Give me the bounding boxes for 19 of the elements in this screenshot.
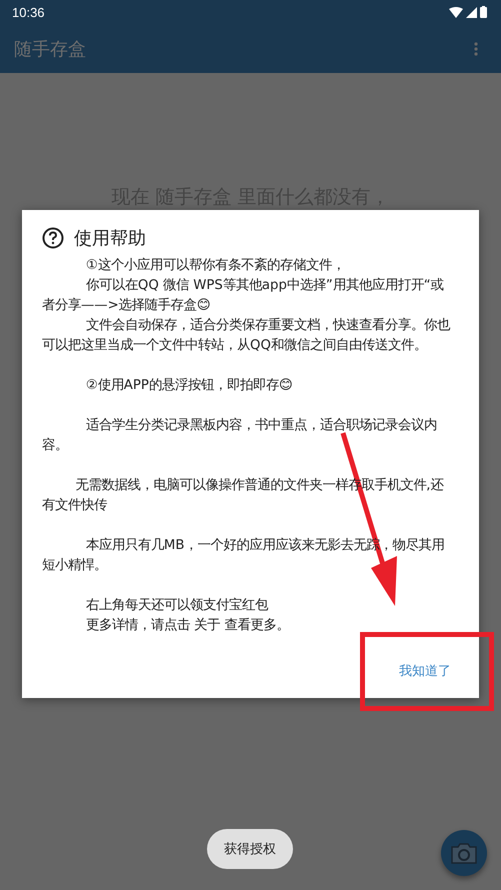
- app-title: 随手存盒: [14, 38, 86, 60]
- toast-message: 获得授权: [207, 829, 293, 869]
- camera-button[interactable]: [441, 830, 487, 876]
- help-icon: [42, 227, 64, 249]
- help-paragraph: ②使用APP的悬浮按钮，即拍即存😊: [84, 377, 294, 395]
- signal-icon: [466, 6, 477, 18]
- status-time: 10:36: [12, 4, 45, 20]
- help-paragraph: 右上角每天还可以领支付宝红包: [84, 596, 270, 615]
- help-paragraph: ①这个小应用可以帮你有条不紊的存储文件，: [84, 256, 346, 275]
- camera-icon: [450, 842, 478, 864]
- wifi-icon: [449, 6, 463, 18]
- help-paragraph: 文件会自动保存，适合分类保存重要文档，快速查看分享。你也可以把这里当成一个文件中转站，从QQ和微信之间自由传送文件。: [42, 316, 451, 355]
- got-it-button[interactable]: 我知道了: [399, 656, 451, 686]
- help-paragraph: 适合学生分类记录黑板内容，书中重点，适合职场记录会议内容。: [42, 416, 438, 455]
- dialog-title: 使用帮助: [74, 227, 146, 250]
- battery-icon: [480, 6, 487, 18]
- help-paragraph: 你可以在QQ 微信 WPS等其他app中选择”用其他应用打开“或者分享——>选择随手存盒😊: [42, 276, 445, 315]
- help-paragraph: 更多详情，请点击 关于 查看更多。: [84, 616, 290, 635]
- more-options-icon[interactable]: [474, 42, 478, 56]
